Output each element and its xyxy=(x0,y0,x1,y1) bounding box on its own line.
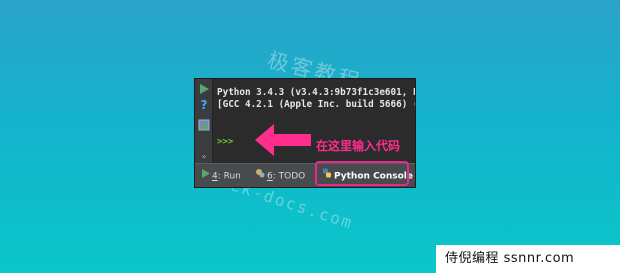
footer-watermark: 侍倪编程 ssnnr.com xyxy=(436,245,620,273)
tab-todo-label: : TODO xyxy=(272,171,306,182)
pink-arrow-icon xyxy=(255,124,311,156)
console-gutter: ? » xyxy=(195,79,213,163)
image-icon[interactable] xyxy=(198,119,210,131)
more-icon[interactable]: » xyxy=(198,151,210,163)
tab-run[interactable]: 4: Run xyxy=(201,168,241,184)
annotation-text: 在这里输入代码 xyxy=(316,139,401,153)
tab-run-label: : Run xyxy=(217,171,241,182)
console-prompt[interactable]: >>> xyxy=(217,137,233,147)
console-tab-highlight-box xyxy=(315,161,409,186)
tab-todo[interactable]: 6: TODO xyxy=(255,168,305,184)
run-play-icon[interactable] xyxy=(198,83,210,95)
console-line-1: Python 3.4.3 (v3.4.3:9b73f1c3e601, F xyxy=(217,87,415,98)
console-line-2: [GCC 4.2.1 (Apple Inc. build 5666) ( xyxy=(217,99,415,110)
console-output: Python 3.4.3 (v3.4.3:9b73f1c3e601, F [GCC… xyxy=(217,87,415,111)
todo-icon xyxy=(255,168,265,184)
help-icon[interactable]: ? xyxy=(198,99,210,111)
run-icon xyxy=(201,168,210,184)
